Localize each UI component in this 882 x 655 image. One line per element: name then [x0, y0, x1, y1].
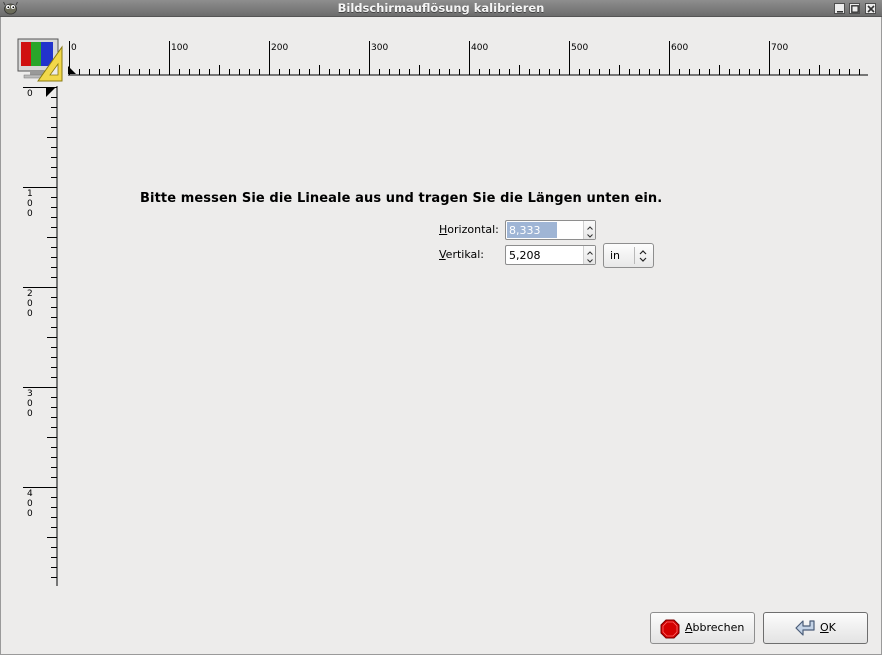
ruler-label: 100: [171, 43, 188, 53]
ruler-label: 300: [371, 43, 388, 53]
ruler-label: 200: [271, 43, 288, 53]
cancel-label: Abbrechen: [685, 621, 745, 634]
chevron-updown-icon: [638, 249, 648, 263]
chevron-down-icon[interactable]: [586, 230, 594, 238]
ruler-label: 0: [27, 89, 33, 99]
vertical-input[interactable]: [507, 247, 583, 263]
vertical-stepper[interactable]: [583, 246, 595, 264]
ok-button[interactable]: OK: [763, 612, 868, 644]
ruler-label: 700: [771, 43, 788, 53]
ruler-label: 500: [571, 43, 588, 53]
horizontal-ruler: 0 100 200 300 400 500 600 700: [68, 41, 868, 76]
ruler-label: 600: [671, 43, 688, 53]
unit-separator: [634, 247, 635, 264]
cancel-button[interactable]: Abbrechen: [650, 612, 755, 644]
dialog-frame: [0, 17, 882, 655]
window-title: Bildschirmauflösung kalibrieren: [337, 1, 545, 15]
ruler-label: 200: [27, 289, 33, 319]
chevron-up-icon[interactable]: [586, 247, 594, 255]
horizontal-spinbutton[interactable]: [505, 220, 596, 240]
ruler-label: 100: [27, 189, 33, 219]
unit-value: in: [610, 249, 621, 262]
ruler-label: 300: [27, 389, 33, 419]
ruler-label: 0: [71, 43, 77, 53]
horizontal-input[interactable]: [507, 222, 557, 238]
vertical-spinbutton[interactable]: [505, 245, 596, 265]
instruction-text: Bitte messen Sie die Lineale aus und tra…: [140, 191, 663, 206]
ok-label: OK: [820, 621, 836, 634]
monitor-ruler-icon: [16, 37, 66, 83]
minimize-button[interactable]: [834, 3, 845, 14]
unit-select[interactable]: in: [603, 243, 654, 268]
ruler-marker-icon: [46, 87, 56, 97]
title-bar[interactable]: Bildschirmauflösung kalibrieren: [0, 0, 882, 17]
maximize-button[interactable]: [849, 3, 860, 14]
chevron-up-icon[interactable]: [586, 222, 594, 230]
horizontal-stepper[interactable]: [583, 221, 595, 239]
horizontal-label: Horizontal:: [439, 223, 499, 236]
return-arrow-icon: [794, 619, 818, 639]
ruler-label: 400: [471, 43, 488, 53]
vertical-ruler: 0 1 0 0 2 0 0 3 0 0 4 0 0: [23, 86, 58, 586]
ruler-label: 400: [27, 489, 33, 519]
close-button[interactable]: [865, 3, 876, 14]
stop-icon: [660, 619, 680, 639]
chevron-down-icon[interactable]: [586, 255, 594, 263]
vertical-label: Vertikal:: [439, 248, 485, 261]
